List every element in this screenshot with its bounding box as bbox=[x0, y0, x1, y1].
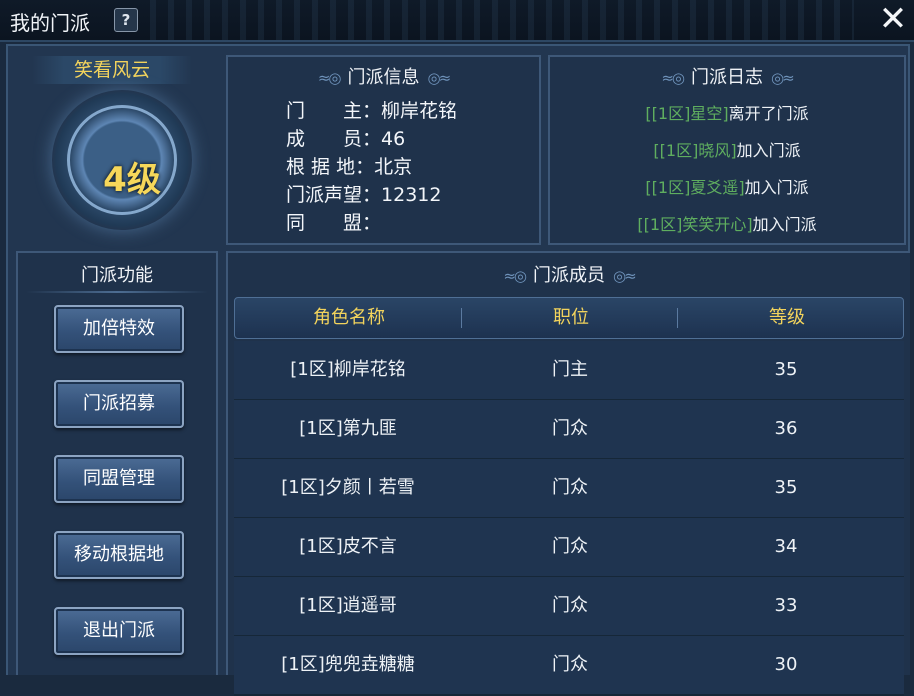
member-role: 门众 bbox=[552, 536, 588, 557]
member-role: 门众 bbox=[552, 418, 588, 439]
sect-info-list: 门 主：柳岸花铭 成 员：46 根 据 地：北京 门派声望：12312 同 盟： bbox=[286, 97, 457, 237]
member-name: [1区]逍遥哥 bbox=[299, 595, 397, 616]
sect-members-header: ≈◎ 门派成员 ◎≈ bbox=[228, 261, 910, 287]
member-level: 33 bbox=[774, 595, 798, 616]
log-item: [[1区]笑笑开心]加入门派 bbox=[637, 215, 817, 234]
member-role: 门众 bbox=[552, 654, 588, 675]
sect-info-panel: ≈◎ 门派信息 ◎≈ 门 主：柳岸花铭 成 员：46 根 据 地：北京 门派声望：1… bbox=[226, 55, 541, 245]
divider bbox=[26, 291, 208, 293]
sect-log-list: [[1区]星空]离开了门派 [[1区]晓风]加入门派 [[1区]夏爻遥]加入门派… bbox=[550, 101, 904, 249]
sect-level-panel: 笑看风云 4级 bbox=[12, 50, 212, 248]
member-role: 门众 bbox=[552, 477, 588, 498]
info-row-base: 根 据 地：北京 bbox=[286, 156, 413, 178]
sect-level: 4级 bbox=[103, 160, 161, 200]
log-item: [[1区]夏爻遥]加入门派 bbox=[645, 178, 809, 197]
sect-name: 笑看风云 bbox=[32, 56, 192, 84]
sect-functions-title: 门派功能 bbox=[81, 265, 153, 286]
double-effect-button[interactable]: 加倍特效 bbox=[54, 305, 184, 353]
window-title: 我的门派 bbox=[10, 11, 90, 35]
log-player-link[interactable]: [[1区]星空] bbox=[645, 104, 728, 123]
info-leader-value: 柳岸花铭 bbox=[381, 100, 458, 122]
member-name: [1区]兜兜垚糖糖 bbox=[281, 654, 415, 675]
info-row-members: 成 员：46 bbox=[286, 128, 406, 150]
info-row-reputation: 门派声望：12312 bbox=[286, 184, 442, 206]
log-player-link[interactable]: [[1区]晓风] bbox=[653, 141, 736, 160]
swirl-left-icon: ≈◎ bbox=[317, 69, 342, 87]
sect-info-title: 门派信息 bbox=[347, 67, 420, 88]
info-reputation-value: 12312 bbox=[381, 184, 442, 206]
swirl-right-icon: ◎≈ bbox=[613, 267, 637, 285]
recruit-button[interactable]: 门派招募 bbox=[54, 380, 184, 428]
sect-functions-panel: 门派功能 加倍特效 门派招募 同盟管理 移动根据地 退出门派 bbox=[16, 251, 218, 675]
sect-members-title: 门派成员 bbox=[533, 265, 605, 286]
log-item: [[1区]星空]离开了门派 bbox=[645, 104, 809, 123]
title-bar-pattern bbox=[150, 0, 854, 40]
close-icon[interactable]: ✕ bbox=[878, 2, 908, 36]
member-row[interactable]: [1区]柳岸花铭 门主 35 bbox=[234, 341, 904, 401]
members-table-header: 角色名称 职位 等级 bbox=[234, 297, 904, 339]
member-row[interactable]: [1区]第九匪 门众 36 bbox=[234, 400, 904, 460]
member-role: 门主 bbox=[552, 359, 588, 380]
swirl-right-icon: ◎≈ bbox=[427, 69, 452, 87]
member-level: 36 bbox=[774, 418, 798, 439]
help-button[interactable]: ? bbox=[114, 8, 138, 32]
sect-log-title: 门派日志 bbox=[691, 67, 763, 88]
info-row-alliance: 同 盟： bbox=[286, 212, 382, 234]
log-item: [[1区]晓风]加入门派 bbox=[653, 141, 801, 160]
alliance-manage-button[interactable]: 同盟管理 bbox=[54, 455, 184, 503]
member-name: [1区]夕颜丨若雪 bbox=[281, 477, 415, 498]
column-divider bbox=[677, 308, 678, 328]
member-name: [1区]皮不言 bbox=[299, 536, 397, 557]
info-base-value: 北京 bbox=[374, 156, 413, 178]
swirl-left-icon: ≈◎ bbox=[661, 69, 685, 87]
column-header-name[interactable]: 角色名称 bbox=[235, 298, 463, 338]
member-level: 30 bbox=[774, 654, 798, 675]
member-name: [1区]第九匪 bbox=[299, 418, 397, 439]
log-player-link[interactable]: [[1区]夏爻遥] bbox=[645, 178, 744, 197]
sect-members-panel: ≈◎ 门派成员 ◎≈ 角色名称 职位 等级 [1区]柳岸花铭 门主 35 [1区]第… bbox=[226, 251, 910, 696]
sect-log-header: ≈◎ 门派日志 ◎≈ bbox=[550, 63, 904, 89]
sect-info-header: ≈◎ 门派信息 ◎≈ bbox=[228, 63, 539, 89]
member-role: 门众 bbox=[552, 595, 588, 616]
sect-log-panel: ≈◎ 门派日志 ◎≈ [[1区]星空]离开了门派 [[1区]晓风]加入门派 [[1区… bbox=[548, 55, 906, 245]
member-row[interactable]: [1区]夕颜丨若雪 门众 35 bbox=[234, 459, 904, 519]
member-row[interactable]: [1区]皮不言 门众 34 bbox=[234, 518, 904, 578]
log-player-link[interactable]: [[1区]笑笑开心] bbox=[637, 215, 752, 234]
member-level: 35 bbox=[774, 359, 798, 380]
info-row-leader: 门 主：柳岸花铭 bbox=[286, 100, 458, 122]
leave-sect-button[interactable]: 退出门派 bbox=[54, 607, 184, 655]
member-row[interactable]: [1区]兜兜垚糖糖 门众 30 bbox=[234, 636, 904, 696]
swirl-right-icon: ◎≈ bbox=[771, 69, 795, 87]
move-base-button[interactable]: 移动根据地 bbox=[54, 531, 184, 579]
member-row[interactable]: [1区]逍遥哥 门众 33 bbox=[234, 577, 904, 637]
swirl-left-icon: ≈◎ bbox=[503, 267, 527, 285]
member-name: [1区]柳岸花铭 bbox=[290, 359, 406, 380]
column-header-role[interactable]: 职位 bbox=[463, 298, 679, 338]
column-divider bbox=[461, 308, 462, 328]
title-bar: 我的门派 ? ✕ bbox=[0, 0, 914, 42]
member-level: 34 bbox=[774, 536, 798, 557]
column-header-level[interactable]: 等级 bbox=[679, 298, 895, 338]
member-level: 35 bbox=[774, 477, 798, 498]
info-members-value: 46 bbox=[381, 128, 406, 150]
